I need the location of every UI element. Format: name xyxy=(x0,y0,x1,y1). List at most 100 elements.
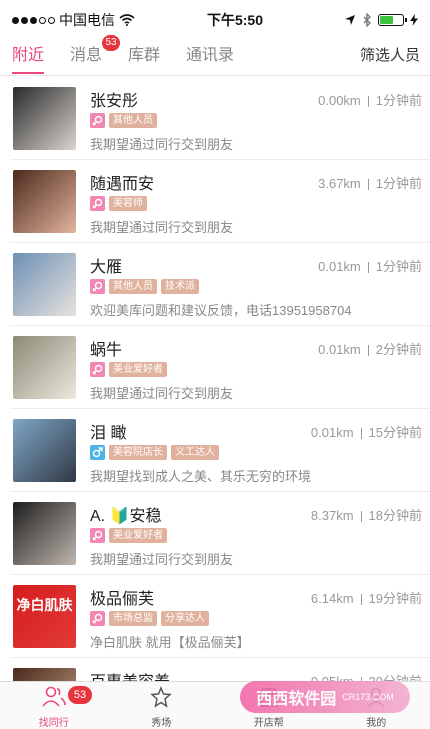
watermark-text: 西西软件园 xyxy=(256,691,337,708)
female-icon xyxy=(90,528,105,543)
separator xyxy=(367,179,369,191)
messages-badge: 53 xyxy=(102,34,121,51)
watermark-logo: 西西软件园 CR173.COM xyxy=(240,681,410,713)
bottom-nav: 找同行 53 秀场 开店帮 我的 西西软件园 CR173.COM xyxy=(0,681,430,729)
nav-shop-help-label: 开店帮 xyxy=(253,718,284,729)
user-distance-time: 0.01km 15分钟前 xyxy=(311,422,422,441)
user-last-active: 18分钟前 xyxy=(368,508,422,523)
user-avatar[interactable] xyxy=(13,253,76,316)
user-tags: 美业爱好者 xyxy=(90,362,167,377)
tab-groups[interactable]: 库群 xyxy=(128,40,160,76)
user-distance-time: 0.01km 2分钟前 xyxy=(318,339,422,358)
user-last-active: 1分钟前 xyxy=(375,259,422,274)
user-name: 随遇而安 xyxy=(90,176,155,193)
user-tags: 美容师 xyxy=(90,196,147,211)
user-last-active: 1分钟前 xyxy=(375,93,422,108)
role-tag: 美容院店长 xyxy=(109,445,167,460)
battery-icon xyxy=(378,14,407,26)
location-arrow-icon xyxy=(345,15,355,25)
user-avatar[interactable] xyxy=(13,502,76,565)
user-avatar[interactable] xyxy=(13,419,76,482)
user-distance: 8.37km xyxy=(310,508,354,523)
user-row[interactable]: 大雁 0.01km 1分钟前其他人员 技术派欢迎美库问题和建议反馈，电话1395195… xyxy=(10,243,430,326)
female-icon xyxy=(90,611,105,626)
user-row[interactable]: 蜗牛 0.01km 2分钟前美业爱好者我期望通过同行交到朋友 xyxy=(10,326,430,409)
avatar-text: 净白肌肤 xyxy=(16,597,73,613)
tab-contacts[interactable]: 通讯录 xyxy=(186,40,234,76)
user-last-active: 19分钟前 xyxy=(368,591,422,606)
user-name: A. 🔰安稳 xyxy=(90,508,162,525)
user-avatar[interactable] xyxy=(13,170,76,233)
people-icon xyxy=(42,686,66,707)
nav-badge: 53 xyxy=(68,686,92,704)
role-tag: 市场总监 xyxy=(109,611,157,626)
user-row[interactable]: 随遇而安 3.67km 1分钟前美容师我期望通过同行交到朋友 xyxy=(10,160,430,243)
user-tags: 市场总监 分享达人 xyxy=(90,611,209,626)
user-avatar[interactable]: 净白肌肤 xyxy=(13,585,76,648)
user-name: 极品俪芙 xyxy=(90,591,155,608)
user-description: 我期望通过同行交到朋友 xyxy=(90,220,234,235)
user-row[interactable]: 泪 瞰 0.01km 15分钟前 美容院店长 义工达人 我期望找到成人之美、其乐无穷的环境 xyxy=(10,409,430,492)
status-bar: 中国电信 下午5:50 xyxy=(0,0,430,40)
user-distance: 0.00km xyxy=(318,93,361,108)
user-name: 张安彤 xyxy=(90,93,139,110)
filter-people-button[interactable]: 筛选人员 xyxy=(360,40,420,76)
separator xyxy=(367,96,369,108)
user-row[interactable]: A. 🔰安稳 8.37km 18分钟前美业爱好者我期望通过同行交到朋友 xyxy=(10,492,430,575)
user-distance: 3.67km xyxy=(318,176,361,191)
user-tags: 其他人员 xyxy=(90,113,157,128)
nav-showcase[interactable]: 秀场 xyxy=(108,682,216,729)
user-distance-time: 6.14km 19分钟前 xyxy=(311,588,422,607)
user-last-active: 1分钟前 xyxy=(375,176,422,191)
user-distance: 6.14km xyxy=(310,591,354,606)
tab-messages[interactable]: 消息 53 xyxy=(70,34,121,76)
separator xyxy=(367,345,369,357)
nav-showcase-label: 秀场 xyxy=(151,718,172,729)
role-tag: 技术派 xyxy=(161,279,199,294)
nav-find-peers[interactable]: 找同行 53 xyxy=(0,682,108,729)
nearby-user-list: 张安彤 0.00km 1分钟前 其他人员 我期望通过同行交到朋友 随遇而安 3.67km 1分… xyxy=(0,77,430,729)
user-description: 我期望通过同行交到朋友 xyxy=(90,137,234,152)
role-tag: 义工达人 xyxy=(171,445,219,460)
user-distance-time: 3.67km 1分钟前 xyxy=(318,173,422,192)
user-name: 蜗牛 xyxy=(90,342,123,359)
female-icon xyxy=(90,362,105,377)
female-icon xyxy=(90,196,105,211)
user-distance: 0.01km xyxy=(310,425,354,440)
user-description: 欢迎美库问题和建议反馈，电话13951958704 xyxy=(90,303,352,318)
bluetooth-icon xyxy=(363,13,371,27)
tab-nearby[interactable]: 附近 xyxy=(12,40,45,76)
user-row[interactable]: 张安彤 0.00km 1分钟前其他人员我期望通过同行交到朋友 xyxy=(10,77,430,160)
role-tag: 美容师 xyxy=(109,196,147,211)
user-last-active: 2分钟前 xyxy=(375,342,422,357)
user-avatar[interactable] xyxy=(13,87,76,150)
user-description: 我期望通过同行交到朋友 xyxy=(90,386,234,401)
user-tags: 美业爱好者 xyxy=(90,528,167,543)
separator xyxy=(360,511,362,523)
user-description: 我期望通过同行交到朋友 xyxy=(90,552,234,567)
wifi-icon xyxy=(119,14,135,26)
user-tags: 美容院店长 义工达人 xyxy=(90,445,219,460)
clock: 下午5:50 xyxy=(206,12,264,28)
user-distance: 0.01km xyxy=(318,259,361,274)
user-description: 净白肌肤 就用【极品俪芙】 xyxy=(90,635,250,650)
user-tags: 其他人员 技术派 xyxy=(90,279,199,294)
user-name: 泪 瞰 xyxy=(90,425,127,442)
tab-messages-label: 消息 xyxy=(70,46,103,64)
signal-icon xyxy=(12,16,55,24)
user-name: 大雁 xyxy=(90,259,123,276)
male-icon xyxy=(90,445,105,460)
female-icon xyxy=(90,113,105,128)
carrier-label: 中国电信 xyxy=(59,12,115,28)
nav-find-peers-label: 找同行 xyxy=(38,718,69,729)
top-tab-bar: 附近 消息 53 库群 通讯录 筛选人员 xyxy=(0,34,430,76)
user-avatar[interactable] xyxy=(13,336,76,399)
user-distance-time: 8.37km 18分钟前 xyxy=(311,505,422,524)
charging-icon xyxy=(410,14,418,26)
user-distance: 0.01km xyxy=(318,342,361,357)
role-tag: 美业爱好者 xyxy=(109,362,167,377)
female-icon xyxy=(90,279,105,294)
user-row[interactable]: 净白肌肤 极品俪芙 6.14km 19分钟前市场总监 分享达人净白肌肤 就用【极品俪芙】 xyxy=(10,575,430,658)
role-tag: 其他人员 xyxy=(109,279,157,294)
star-outline-icon xyxy=(150,686,173,708)
